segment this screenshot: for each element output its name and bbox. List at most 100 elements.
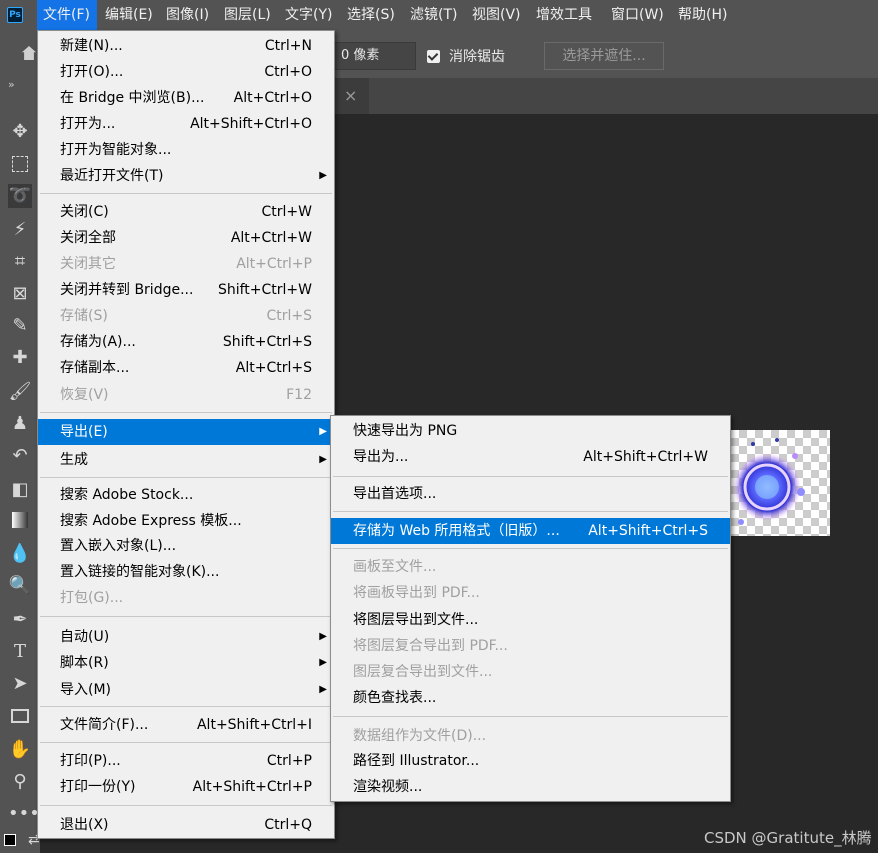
submenu-arrow-icon: ▶ — [319, 426, 327, 437]
menu-item-import[interactable]: 导入(M) ▶ — [38, 677, 334, 703]
menu-separator — [40, 616, 332, 617]
menu-item-new[interactable]: 新建(N)... Ctrl+N — [38, 33, 334, 59]
menu-layer[interactable]: 图层(L) — [224, 0, 271, 32]
menu-item-package: 打包(G)... — [60, 590, 124, 606]
menu-plugins[interactable]: 增效工具 — [536, 0, 592, 32]
menu-view[interactable]: 视图(V) — [472, 0, 521, 32]
menu-separator — [333, 548, 728, 549]
canvas-preview — [731, 430, 830, 536]
menu-item-export-preferences[interactable]: 导出首选项... — [331, 481, 730, 507]
menu-item-close-others: 关闭其它 Alt+Ctrl+P — [60, 256, 312, 272]
feather-input[interactable]: 0 像素 — [334, 42, 416, 70]
menu-item-exit[interactable]: 退出(X) Ctrl+Q — [38, 812, 334, 838]
gradient-icon[interactable] — [8, 508, 32, 532]
home-icon[interactable] — [22, 46, 36, 60]
menu-separator — [40, 477, 332, 478]
menu-item-quick-export-png[interactable]: 快速导出为 PNG — [331, 418, 730, 444]
menu-item-place-embedded[interactable]: 置入嵌入对象(L)... — [38, 533, 334, 559]
menu-item-print[interactable]: 打印(P)... Ctrl+P — [38, 748, 334, 774]
submenu-arrow-icon: ▶ — [319, 170, 327, 181]
select-and-mask-button[interactable]: 选择并遮住... — [544, 42, 664, 70]
menu-separator — [40, 805, 332, 806]
menu-item-print-one-copy[interactable]: 打印一份(Y) Alt+Shift+Ctrl+P — [38, 774, 334, 800]
brush-icon[interactable]: 🖌 — [8, 380, 32, 404]
submenu-arrow-icon: ▶ — [319, 657, 327, 668]
menu-item-close[interactable]: 关闭(C) Ctrl+W — [38, 199, 334, 225]
eraser-icon[interactable]: ◧ — [8, 478, 32, 502]
menu-item-automate[interactable]: 自动(U) ▶ — [38, 624, 334, 650]
menu-edit[interactable]: 编辑(E) — [105, 0, 153, 32]
pen-icon[interactable]: ✒ — [8, 608, 32, 632]
path-select-icon[interactable]: ➤ — [8, 672, 32, 696]
healing-icon[interactable]: ✚ — [8, 346, 32, 370]
history-brush-icon[interactable]: ↶ — [8, 444, 32, 468]
menu-item-layers-to-files[interactable]: 将图层导出到文件... — [331, 607, 730, 633]
menu-item-scripts[interactable]: 脚本(R) ▶ — [38, 650, 334, 676]
menu-item-render-video[interactable]: 渲染视频... — [331, 774, 730, 800]
hand-icon[interactable]: ✋ — [8, 738, 32, 762]
collapse-panel-icon[interactable]: » — [8, 78, 15, 91]
menu-item-browse-bridge[interactable]: 在 Bridge 中浏览(B)... Alt+Ctrl+O — [38, 85, 334, 111]
menu-item-open-as[interactable]: 打开为... Alt+Shift+Ctrl+O — [38, 111, 334, 137]
menu-item-open[interactable]: 打开(O)... Ctrl+O — [38, 59, 334, 85]
menu-item-save-as[interactable]: 存储为(A)... Shift+Ctrl+S — [38, 329, 334, 355]
stamp-icon[interactable]: ♟ — [8, 412, 32, 436]
menu-file[interactable]: 文件(F) — [37, 0, 97, 32]
menu-item-save: 存储(S) Ctrl+S — [60, 308, 312, 324]
file-menu: 新建(N)... Ctrl+N 打开(O)... Ctrl+O 在 Bridge 中… — [37, 30, 335, 839]
menu-item-close-all[interactable]: 关闭全部 Alt+Ctrl+W — [38, 225, 334, 251]
menu-item-recent-files[interactable]: 最近打开文件(T) ▶ — [38, 163, 334, 189]
menu-separator — [40, 742, 332, 743]
menu-item-file-info[interactable]: 文件简介(F)... Alt+Shift+Ctrl+I — [38, 712, 334, 738]
menu-item-export-as[interactable]: 导出为... Alt+Shift+Ctrl+W — [331, 444, 730, 470]
eyedropper-icon[interactable]: ✎ — [8, 314, 32, 338]
menu-separator — [333, 716, 728, 717]
dodge-icon[interactable]: 🔍 — [8, 574, 32, 598]
menu-item-place-linked[interactable]: 置入链接的智能对象(K)... — [38, 559, 334, 585]
menu-item-open-smart-object[interactable]: 打开为智能对象... — [38, 137, 334, 163]
menu-select[interactable]: 选择(S) — [347, 0, 395, 32]
magic-wand-icon[interactable]: ⚡ — [8, 218, 32, 242]
menu-item-search-express[interactable]: 搜索 Adobe Express 模板... — [38, 508, 334, 534]
tab-close-icon[interactable]: × — [344, 86, 357, 105]
crop-icon[interactable]: ⌗ — [8, 250, 32, 274]
marquee-icon[interactable] — [8, 152, 32, 176]
menu-item-save-copy[interactable]: 存储副本... Alt+Ctrl+S — [38, 355, 334, 381]
more-icon[interactable]: ••• — [8, 802, 40, 826]
watermark: CSDN @Gratitute_林腾 — [704, 829, 872, 847]
menu-item-save-for-web[interactable]: 存储为 Web 所用格式（旧版）... Alt+Shift+Ctrl+S — [331, 518, 730, 544]
menu-item-export[interactable]: 导出(E) ▶ — [38, 419, 334, 445]
menu-item-color-lookup-tables[interactable]: 颜色查找表... — [331, 685, 730, 711]
submenu-arrow-icon: ▶ — [319, 631, 327, 642]
menu-image[interactable]: 图像(I) — [166, 0, 209, 32]
export-submenu: 快速导出为 PNG 导出为... Alt+Shift+Ctrl+W 导出首选项..… — [330, 415, 731, 802]
menu-item-data-sets-as-files: 数据组作为文件(D)... — [353, 728, 487, 744]
type-icon[interactable]: T — [8, 640, 32, 664]
menu-type[interactable]: 文字(Y) — [285, 0, 332, 32]
tools-panel: » ✥ ➰ ⚡ ⌗ ⊠ ✎ ✚ 🖌 ♟ ↶ ◧ 💧 🔍 ✒ T ➤ ✋ ⚲ ••… — [0, 78, 40, 853]
feather-value: 0 像素 — [341, 48, 380, 63]
menu-separator — [40, 412, 332, 413]
menu-item-search-stock[interactable]: 搜索 Adobe Stock... — [38, 482, 334, 508]
menu-item-paths-to-illustrator[interactable]: 路径到 Illustrator... — [331, 748, 730, 774]
menu-item-layer-comps-to-pdf: 将图层复合导出到 PDF... — [353, 638, 508, 654]
foreground-color-swatch[interactable] — [4, 834, 16, 846]
artwork-image — [733, 438, 805, 525]
menu-window[interactable]: 窗口(W) — [611, 0, 664, 32]
menu-help[interactable]: 帮助(H) — [678, 0, 727, 32]
menu-item-generate[interactable]: 生成 ▶ — [38, 447, 334, 473]
lasso-icon[interactable]: ➰ — [8, 184, 32, 208]
blur-icon[interactable]: 💧 — [8, 542, 32, 566]
zoom-icon[interactable]: ⚲ — [8, 770, 32, 794]
menu-item-close-go-bridge[interactable]: 关闭并转到 Bridge... Shift+Ctrl+W — [38, 277, 334, 303]
menu-item-revert: 恢复(V) F12 — [60, 387, 312, 403]
menu-filter[interactable]: 滤镜(T) — [410, 0, 457, 32]
menu-separator — [40, 193, 332, 194]
menu-bar: Ps 文件(F) 编辑(E) 图像(I) 图层(L) 文字(Y) 选择(S) 滤… — [0, 0, 878, 32]
antialias-checkbox[interactable] — [427, 50, 440, 63]
frame-icon[interactable]: ⊠ — [8, 282, 32, 306]
move-icon[interactable]: ✥ — [8, 120, 32, 144]
menu-item-artboards-to-pdf: 将画板导出到 PDF... — [353, 585, 480, 601]
rectangle-icon[interactable] — [8, 704, 32, 728]
submenu-arrow-icon: ▶ — [319, 454, 327, 465]
